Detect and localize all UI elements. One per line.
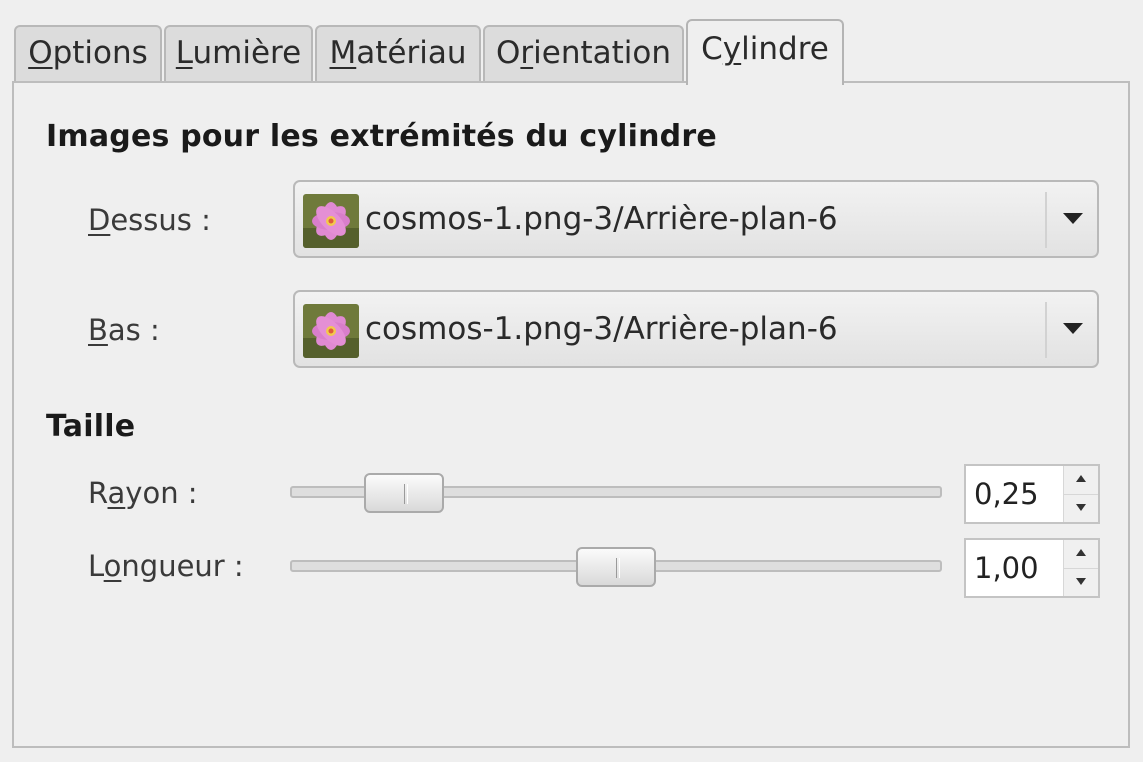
size-heading: Taille [46, 409, 136, 444]
label-mnemonic: a [107, 476, 126, 510]
combo-separator [1045, 192, 1047, 248]
tab-materiau[interactable]: Matériau [315, 25, 481, 81]
tab-label-suffix: ptions [52, 35, 148, 71]
radius-slider-handle[interactable] [364, 473, 445, 513]
bottom-image-combo[interactable]: cosmos-1.png-3/Arrière-plan-6 [293, 290, 1099, 368]
tab-label-mnemonic: L [175, 35, 193, 71]
flower-thumbnail-icon [303, 304, 359, 358]
label-text: as : [107, 313, 160, 347]
bottom-image-value: cosmos-1.png-3/Arrière-plan-6 [365, 311, 838, 347]
flower-thumbnail-icon [303, 194, 359, 248]
spin-up-icon[interactable] [1064, 540, 1098, 569]
tab-label-suffix: ientation [533, 35, 672, 71]
radius-spinbox[interactable] [964, 464, 1100, 524]
label-mnemonic: B [88, 313, 108, 347]
chevron-down-icon[interactable] [1063, 323, 1083, 334]
combo-separator [1045, 302, 1047, 358]
top-image-label: Dessus : [88, 203, 211, 237]
label-mnemonic: D [88, 203, 111, 237]
tab-orientation[interactable]: Orientation [483, 25, 684, 81]
radius-input[interactable] [966, 466, 1070, 522]
spin-down-icon[interactable] [1064, 494, 1098, 522]
label-prefix: R [88, 476, 108, 510]
tab-label-mnemonic: r [520, 35, 534, 71]
tab-bar: Options Lumière Matériau Orientation Cyl… [14, 19, 844, 85]
bottom-image-label: Bas : [88, 313, 160, 347]
length-slider-handle[interactable] [576, 547, 656, 587]
length-label: Longueur : [88, 549, 244, 583]
top-image-value: cosmos-1.png-3/Arrière-plan-6 [365, 201, 838, 237]
length-input[interactable] [966, 540, 1070, 596]
tab-label-mnemonic: y [722, 31, 742, 67]
label-text: essus : [110, 203, 211, 237]
radius-label: Rayon : [88, 476, 198, 510]
tab-label-suffix: atériau [356, 35, 467, 71]
spin-up-icon[interactable] [1064, 466, 1098, 495]
cylinder-tab-panel: Images pour les extrémités du cylindre D… [12, 81, 1130, 748]
tab-label-prefix: C [701, 31, 723, 67]
tab-label-mnemonic: M [329, 35, 357, 71]
label-mnemonic: o [103, 549, 122, 583]
label-prefix: L [88, 549, 104, 583]
label-suffix: ngueur : [121, 549, 244, 583]
tab-label-mnemonic: O [28, 35, 53, 71]
spin-buttons [1063, 466, 1098, 522]
length-spinbox[interactable] [964, 538, 1100, 598]
tab-lumiere[interactable]: Lumière [164, 25, 313, 81]
tab-label-prefix: O [495, 35, 521, 71]
tab-options[interactable]: Options [14, 25, 162, 81]
chevron-down-icon[interactable] [1063, 213, 1083, 224]
tab-cylindre[interactable]: Cylindre [686, 19, 844, 85]
spin-down-icon[interactable] [1064, 568, 1098, 596]
label-suffix: yon : [125, 476, 198, 510]
cylinder-ends-heading: Images pour les extrémités du cylindre [46, 119, 717, 154]
top-image-combo[interactable]: cosmos-1.png-3/Arrière-plan-6 [293, 180, 1099, 258]
spin-buttons [1063, 540, 1098, 596]
tab-label-suffix: lindre [741, 31, 829, 67]
tab-label-suffix: umière [192, 35, 302, 71]
